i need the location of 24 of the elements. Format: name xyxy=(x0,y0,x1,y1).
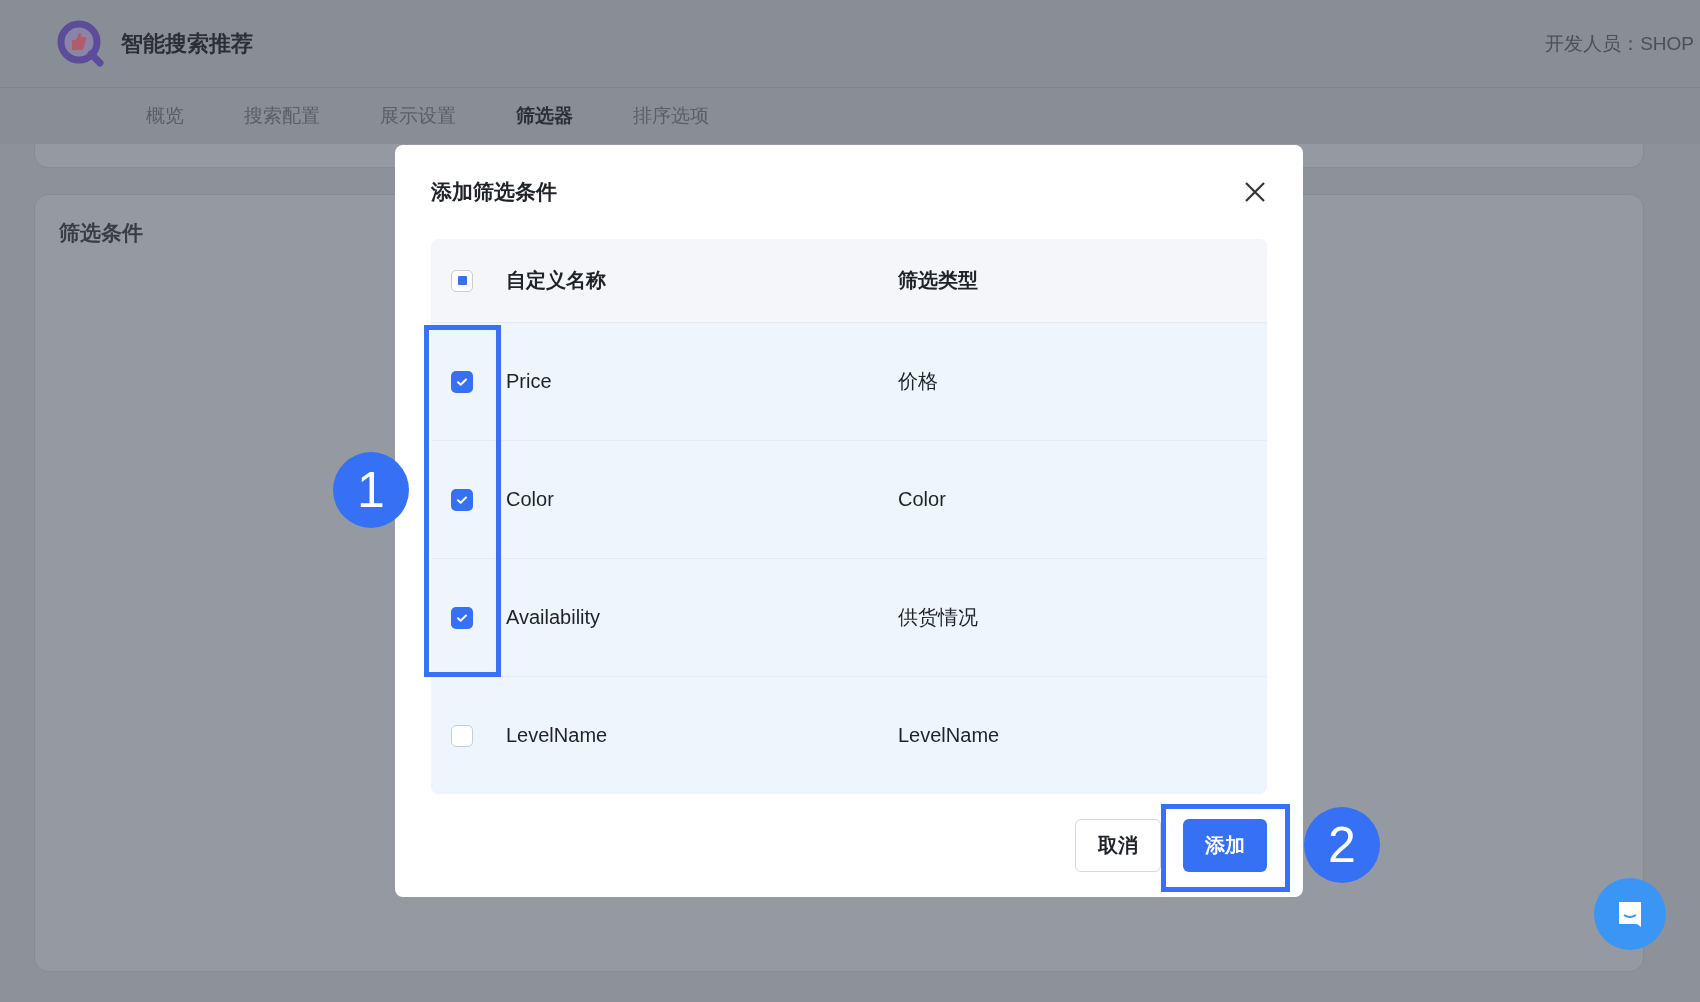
name-cell-text: Price xyxy=(506,370,553,393)
row-checkbox[interactable] xyxy=(451,724,473,747)
app-title: 智能搜索推荐 xyxy=(121,29,254,58)
row-checkbox[interactable] xyxy=(451,488,473,511)
logo-icon xyxy=(57,19,105,68)
card-title: 筛选条件 xyxy=(59,221,143,244)
row-checkbox[interactable] xyxy=(451,370,473,393)
row-checkbox[interactable] xyxy=(451,606,473,629)
developer-label: 开发人员：SHOP xyxy=(1545,31,1694,56)
type-cell-text: 供货情况 xyxy=(898,605,979,630)
nav-tab[interactable]: 筛选器 xyxy=(516,103,573,129)
cancel-button[interactable]: 取消 xyxy=(1075,819,1161,872)
type-cell-text: LevelName xyxy=(898,724,1001,747)
add-button[interactable]: 添加 xyxy=(1183,819,1267,872)
name-cell-text: Color xyxy=(506,488,555,511)
select-all-checkbox[interactable] xyxy=(451,269,473,292)
column-header: 自定义名称 xyxy=(506,268,607,293)
name-cell-text: Availability xyxy=(506,606,602,629)
close-button[interactable] xyxy=(1243,180,1267,204)
type-cell-text: 价格 xyxy=(898,369,939,394)
name-cell-text: LevelName xyxy=(506,724,609,747)
type-cell-text: Color xyxy=(898,488,947,511)
dialog-title: 添加筛选条件 xyxy=(431,179,557,205)
column-header: 筛选类型 xyxy=(898,268,979,293)
